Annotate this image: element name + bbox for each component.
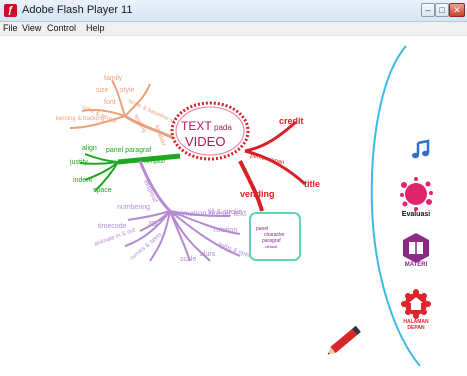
scale-baseline-label: scale & baseline shift xyxy=(127,98,181,127)
font-label: font xyxy=(104,99,116,106)
credit-label: credit xyxy=(279,116,304,126)
indent-label: indent xyxy=(73,177,92,184)
close-button[interactable]: ✕ xyxy=(449,3,465,17)
title-bar: ƒ Adobe Flash Player 11 – □ ✕ xyxy=(0,0,467,22)
menu-view[interactable]: View xyxy=(22,23,41,33)
green-branch-label: panel paragraf xyxy=(106,147,151,154)
minimize-button[interactable]: – xyxy=(421,3,435,17)
green-branch: panel paragraf mengatur align justify in… xyxy=(69,145,181,194)
blurs-label: blurs xyxy=(200,251,216,258)
orange-branch: family size style font scale & baseline … xyxy=(56,75,181,147)
central-node: TEXT pada VIDEO xyxy=(170,101,250,161)
pencil-icon xyxy=(327,325,361,355)
orange-branch-label: karakter xyxy=(153,125,166,147)
rotation-label: rotation xyxy=(214,227,237,234)
3d-label: 3D xyxy=(148,221,157,228)
menu-file[interactable]: File xyxy=(3,23,18,33)
green-branch-sub: mengatur xyxy=(144,159,165,165)
music-note-icon[interactable] xyxy=(410,139,432,161)
lights-optics-label: lights & optics xyxy=(217,242,254,260)
center-title-text: TEXT xyxy=(181,119,212,133)
materi-button[interactable]: MATERI xyxy=(393,232,439,278)
book-icon xyxy=(403,233,429,263)
red-branch-label: pemersiapan xyxy=(250,153,285,166)
justify-label: justify xyxy=(69,159,88,166)
size-label: size xyxy=(96,87,109,94)
menu-help[interactable]: Help xyxy=(86,23,105,33)
vending-label: vending xyxy=(240,189,275,199)
numbering-label: numbering xyxy=(117,204,150,211)
center-title-video: VIDEO xyxy=(185,134,225,149)
menu-bar: File View Control Help xyxy=(0,22,467,36)
evaluasi-button[interactable]: Evaluasi xyxy=(391,176,441,226)
evaluasi-label: Evaluasi xyxy=(401,211,431,218)
fill-stroke-label: fill & stroke xyxy=(208,209,242,216)
timecode-label: timecode xyxy=(98,223,127,230)
center-title-pada: pada xyxy=(214,123,232,132)
color-stroke-label: color & stroke xyxy=(81,104,117,125)
materi-label: MATERI xyxy=(404,262,428,268)
flash-icon: ƒ xyxy=(4,4,17,17)
note-box: panel character paragraf ...default xyxy=(249,212,301,261)
family-label: family xyxy=(104,75,123,82)
splash-icon xyxy=(400,177,433,211)
flash-stage: pemersiapan credit title vending family … xyxy=(0,36,467,371)
style-label: style xyxy=(120,87,135,94)
halaman-depan-button[interactable]: HALAMAN DEPAN xyxy=(391,288,441,344)
maximize-button[interactable]: □ xyxy=(435,3,449,17)
scale-label: scale xyxy=(180,256,196,263)
leading-label: leading xyxy=(132,114,147,134)
align-label: align xyxy=(82,145,97,152)
purple-branch: ekspresif animation preset text numberin… xyxy=(94,160,254,263)
menu-control[interactable]: Control xyxy=(47,23,76,33)
space-label: space xyxy=(93,187,112,194)
red-branch: pemersiapan credit title vending xyxy=(238,116,320,212)
title-label: title xyxy=(304,179,320,189)
home-icon xyxy=(401,289,431,319)
halaman-depan-label: HALAMAN DEPAN xyxy=(403,319,429,331)
window-title: Adobe Flash Player 11 xyxy=(22,4,133,16)
note-line4: ...default xyxy=(262,244,278,249)
